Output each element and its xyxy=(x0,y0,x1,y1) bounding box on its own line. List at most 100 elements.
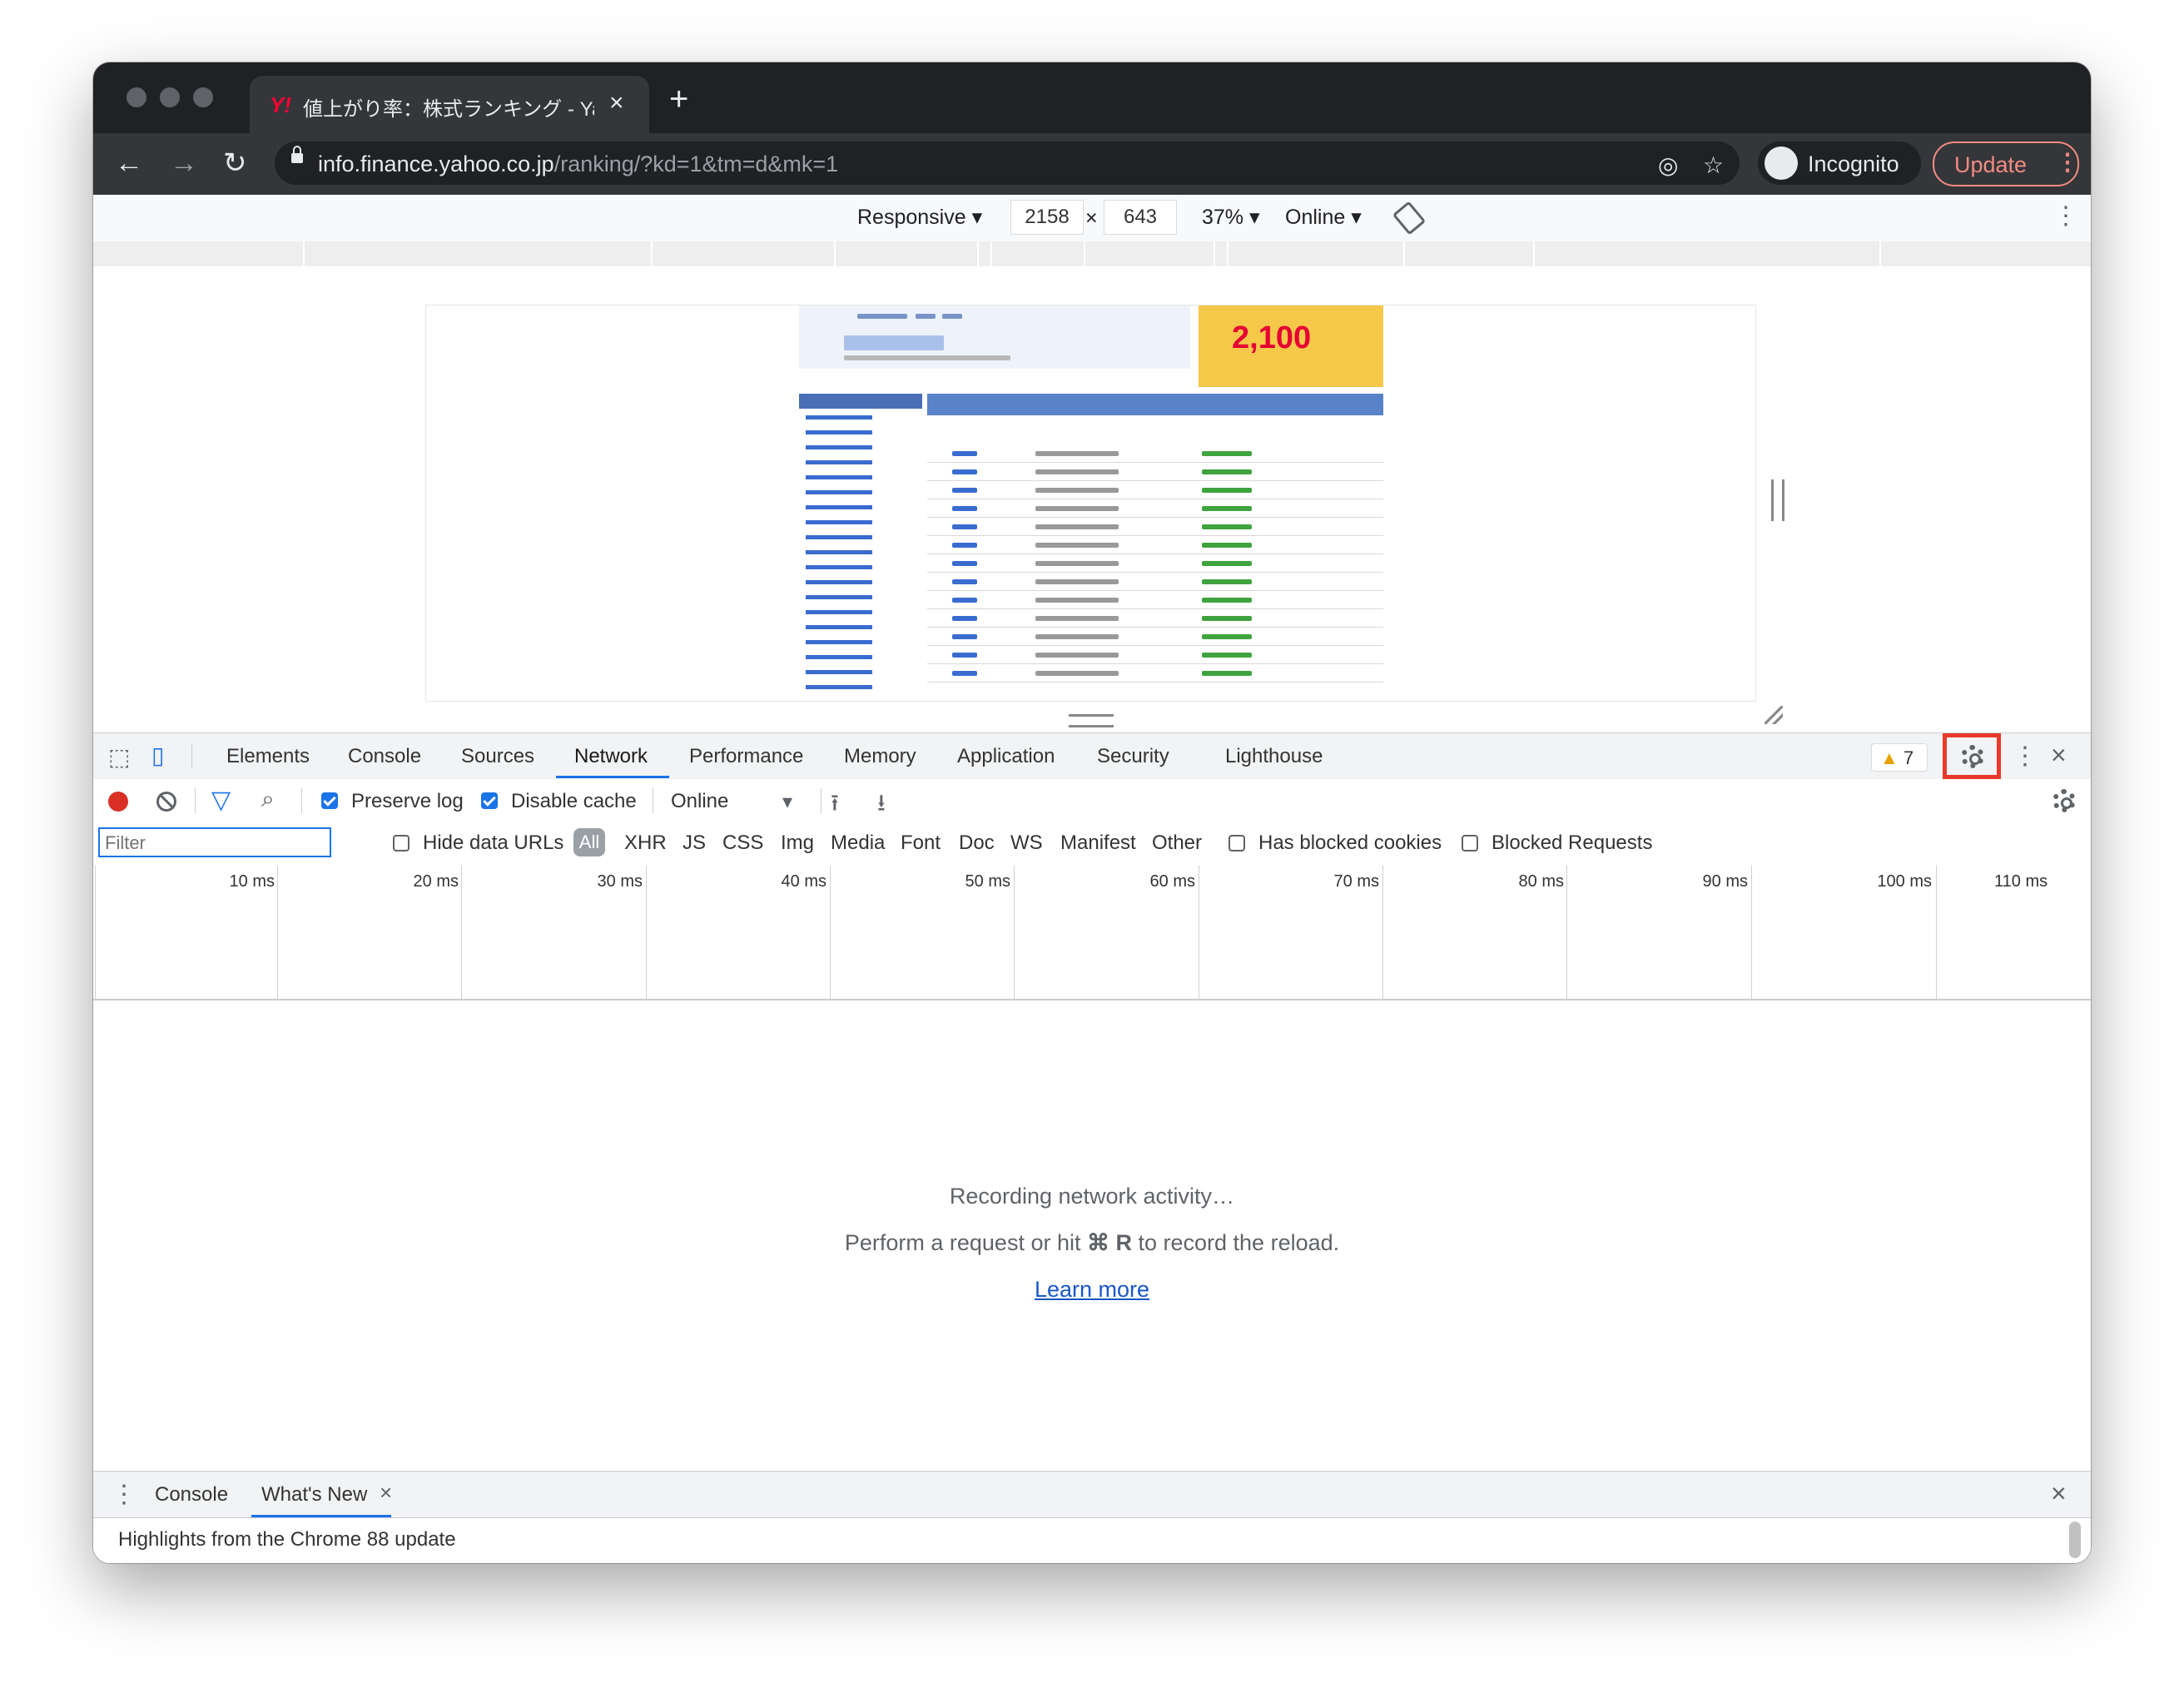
type-filter-other[interactable]: Other xyxy=(1152,832,1202,855)
inspect-element-icon[interactable]: ⬚ xyxy=(108,743,130,771)
code-link[interactable] xyxy=(952,598,977,603)
has-blocked-cookies-label[interactable]: Has blocked cookies xyxy=(1258,832,1442,855)
rotate-icon[interactable] xyxy=(1392,201,1427,236)
preserve-log-checkbox[interactable] xyxy=(321,792,338,809)
type-filter-img[interactable]: Img xyxy=(781,832,814,855)
tab-memory[interactable]: Memory xyxy=(844,745,916,768)
sidebar-link[interactable] xyxy=(806,490,872,494)
type-filter-js[interactable]: JS xyxy=(682,832,706,855)
code-link[interactable] xyxy=(952,451,977,456)
address-bar[interactable]: info.finance.yahoo.co.jp/ranking/?kd=1&t… xyxy=(275,141,1740,185)
sidebar-link[interactable] xyxy=(806,595,872,599)
filter-input[interactable]: Filter xyxy=(98,827,331,857)
code-link[interactable] xyxy=(952,616,977,621)
reload-icon[interactable]: ↻ xyxy=(223,146,247,180)
code-link[interactable] xyxy=(952,579,977,584)
drawer-tab-whats-new[interactable]: What's New xyxy=(261,1483,367,1507)
close-devtools-icon[interactable]: × xyxy=(2051,740,2067,771)
sidebar-link[interactable] xyxy=(806,415,872,420)
clear-icon[interactable] xyxy=(156,792,176,812)
sidebar-link[interactable] xyxy=(806,655,872,659)
device-mode-select[interactable]: Responsive ▾ xyxy=(857,205,982,230)
forward-arrow-icon[interactable]: → xyxy=(170,146,198,180)
type-filter-font[interactable]: Font xyxy=(901,832,941,855)
type-filter-media[interactable]: Media xyxy=(831,832,885,855)
emulated-page[interactable]: 2,100 xyxy=(426,305,1755,701)
device-toolbar-menu-icon[interactable]: ⋮ xyxy=(2053,201,2078,231)
has-blocked-cookies-checkbox[interactable] xyxy=(1228,835,1245,851)
close-window-button[interactable] xyxy=(127,87,146,107)
tab-application[interactable]: Application xyxy=(957,745,1055,768)
viewport-width-resize-handle[interactable] xyxy=(1771,479,1784,521)
drawer-scrollbar[interactable] xyxy=(2069,1522,2081,1558)
page-link[interactable] xyxy=(916,314,936,319)
device-toggle-icon[interactable]: ▯ xyxy=(151,742,164,769)
browser-tab[interactable]: Y! 値上がり率：株式ランキング - Yahoo!ファイナンス × xyxy=(250,76,649,133)
code-link[interactable] xyxy=(952,653,977,658)
tab-elements[interactable]: Elements xyxy=(226,745,310,768)
tab-security[interactable]: Security xyxy=(1097,745,1169,768)
tab-console[interactable]: Console xyxy=(348,745,421,768)
preserve-log-label[interactable]: Preserve log xyxy=(351,790,464,813)
disable-cache-label[interactable]: Disable cache xyxy=(511,790,637,813)
sidebar-link[interactable] xyxy=(806,640,872,644)
sidebar-link[interactable] xyxy=(806,625,872,629)
sidebar-link[interactable] xyxy=(806,430,872,434)
code-link[interactable] xyxy=(952,524,977,529)
filter-funnel-icon[interactable]: ▽ xyxy=(211,786,231,815)
code-link[interactable] xyxy=(952,469,977,474)
eye-off-icon[interactable]: ◎ xyxy=(1658,151,1678,179)
learn-more-link[interactable]: Learn more xyxy=(1035,1277,1149,1302)
close-tab-icon[interactable]: × xyxy=(609,89,624,117)
code-link[interactable] xyxy=(952,506,977,511)
tab-sources[interactable]: Sources xyxy=(461,745,534,768)
tab-network[interactable]: Network xyxy=(574,745,648,768)
sidebar-link[interactable] xyxy=(806,550,872,554)
incognito-indicator[interactable]: Incognito xyxy=(1758,141,1921,185)
period-toggle[interactable] xyxy=(844,335,944,350)
search-icon[interactable]: ⌕ xyxy=(261,786,275,813)
sidebar-link[interactable] xyxy=(806,670,872,674)
minimize-window-button[interactable] xyxy=(160,87,180,107)
drawer-menu-icon[interactable]: ⋮ xyxy=(112,1480,136,1509)
update-button[interactable]: Update ⋮ xyxy=(1933,141,2079,186)
tab-lighthouse[interactable]: Lighthouse xyxy=(1225,745,1323,768)
sidebar-link[interactable] xyxy=(806,475,872,479)
network-settings-gear-icon[interactable] xyxy=(2052,789,2076,812)
code-link[interactable] xyxy=(952,671,977,676)
url-text[interactable]: info.finance.yahoo.co.jp/ranking/?kd=1&t… xyxy=(318,151,838,177)
sidebar-link[interactable] xyxy=(806,445,872,449)
close-drawer-icon[interactable]: × xyxy=(2051,1478,2067,1509)
code-link[interactable] xyxy=(952,543,977,548)
device-throttle-select[interactable]: Online ▾ xyxy=(1285,205,1362,230)
maximize-window-button[interactable] xyxy=(193,87,213,107)
export-har-icon[interactable]: ⭳ xyxy=(877,786,886,826)
import-har-icon[interactable]: ⭱ xyxy=(831,786,839,826)
tab-performance[interactable]: Performance xyxy=(689,745,803,768)
warnings-badge[interactable]: ▲ 7 xyxy=(1871,743,1928,772)
zoom-select[interactable]: 37% ▾ xyxy=(1202,205,1260,230)
back-arrow-icon[interactable]: ← xyxy=(115,146,143,180)
devtools-menu-icon[interactable]: ⋮ xyxy=(2013,742,2038,771)
star-icon[interactable]: ☆ xyxy=(1703,151,1724,179)
new-tab-button[interactable]: + xyxy=(669,82,688,116)
blocked-requests-label[interactable]: Blocked Requests xyxy=(1492,832,1652,855)
blocked-requests-checkbox[interactable] xyxy=(1462,835,1478,851)
type-filter-ws[interactable]: WS xyxy=(1010,832,1043,855)
viewport-corner-resize-handle[interactable] xyxy=(1765,706,1783,724)
record-button[interactable] xyxy=(108,792,128,812)
close-whats-new-icon[interactable]: × xyxy=(380,1480,392,1506)
hide-data-urls-label[interactable]: Hide data URLs xyxy=(423,832,563,855)
sidebar-link[interactable] xyxy=(806,520,872,524)
width-input[interactable]: 2158 xyxy=(1010,200,1084,235)
network-overview-timeline[interactable]: 10 ms 20 ms 30 ms 40 ms 50 ms 60 ms 70 m… xyxy=(93,866,2091,1000)
sidebar-link[interactable] xyxy=(806,505,872,509)
type-filter-xhr[interactable]: XHR xyxy=(624,832,667,855)
type-filter-manifest[interactable]: Manifest xyxy=(1060,832,1136,855)
sidebar-link[interactable] xyxy=(806,685,872,689)
sidebar-link[interactable] xyxy=(806,535,872,539)
ad-banner[interactable]: 2,100 xyxy=(1199,305,1383,387)
type-filter-css[interactable]: CSS xyxy=(722,832,763,855)
sidebar-link[interactable] xyxy=(806,460,872,464)
hide-data-urls-checkbox[interactable] xyxy=(393,835,410,851)
